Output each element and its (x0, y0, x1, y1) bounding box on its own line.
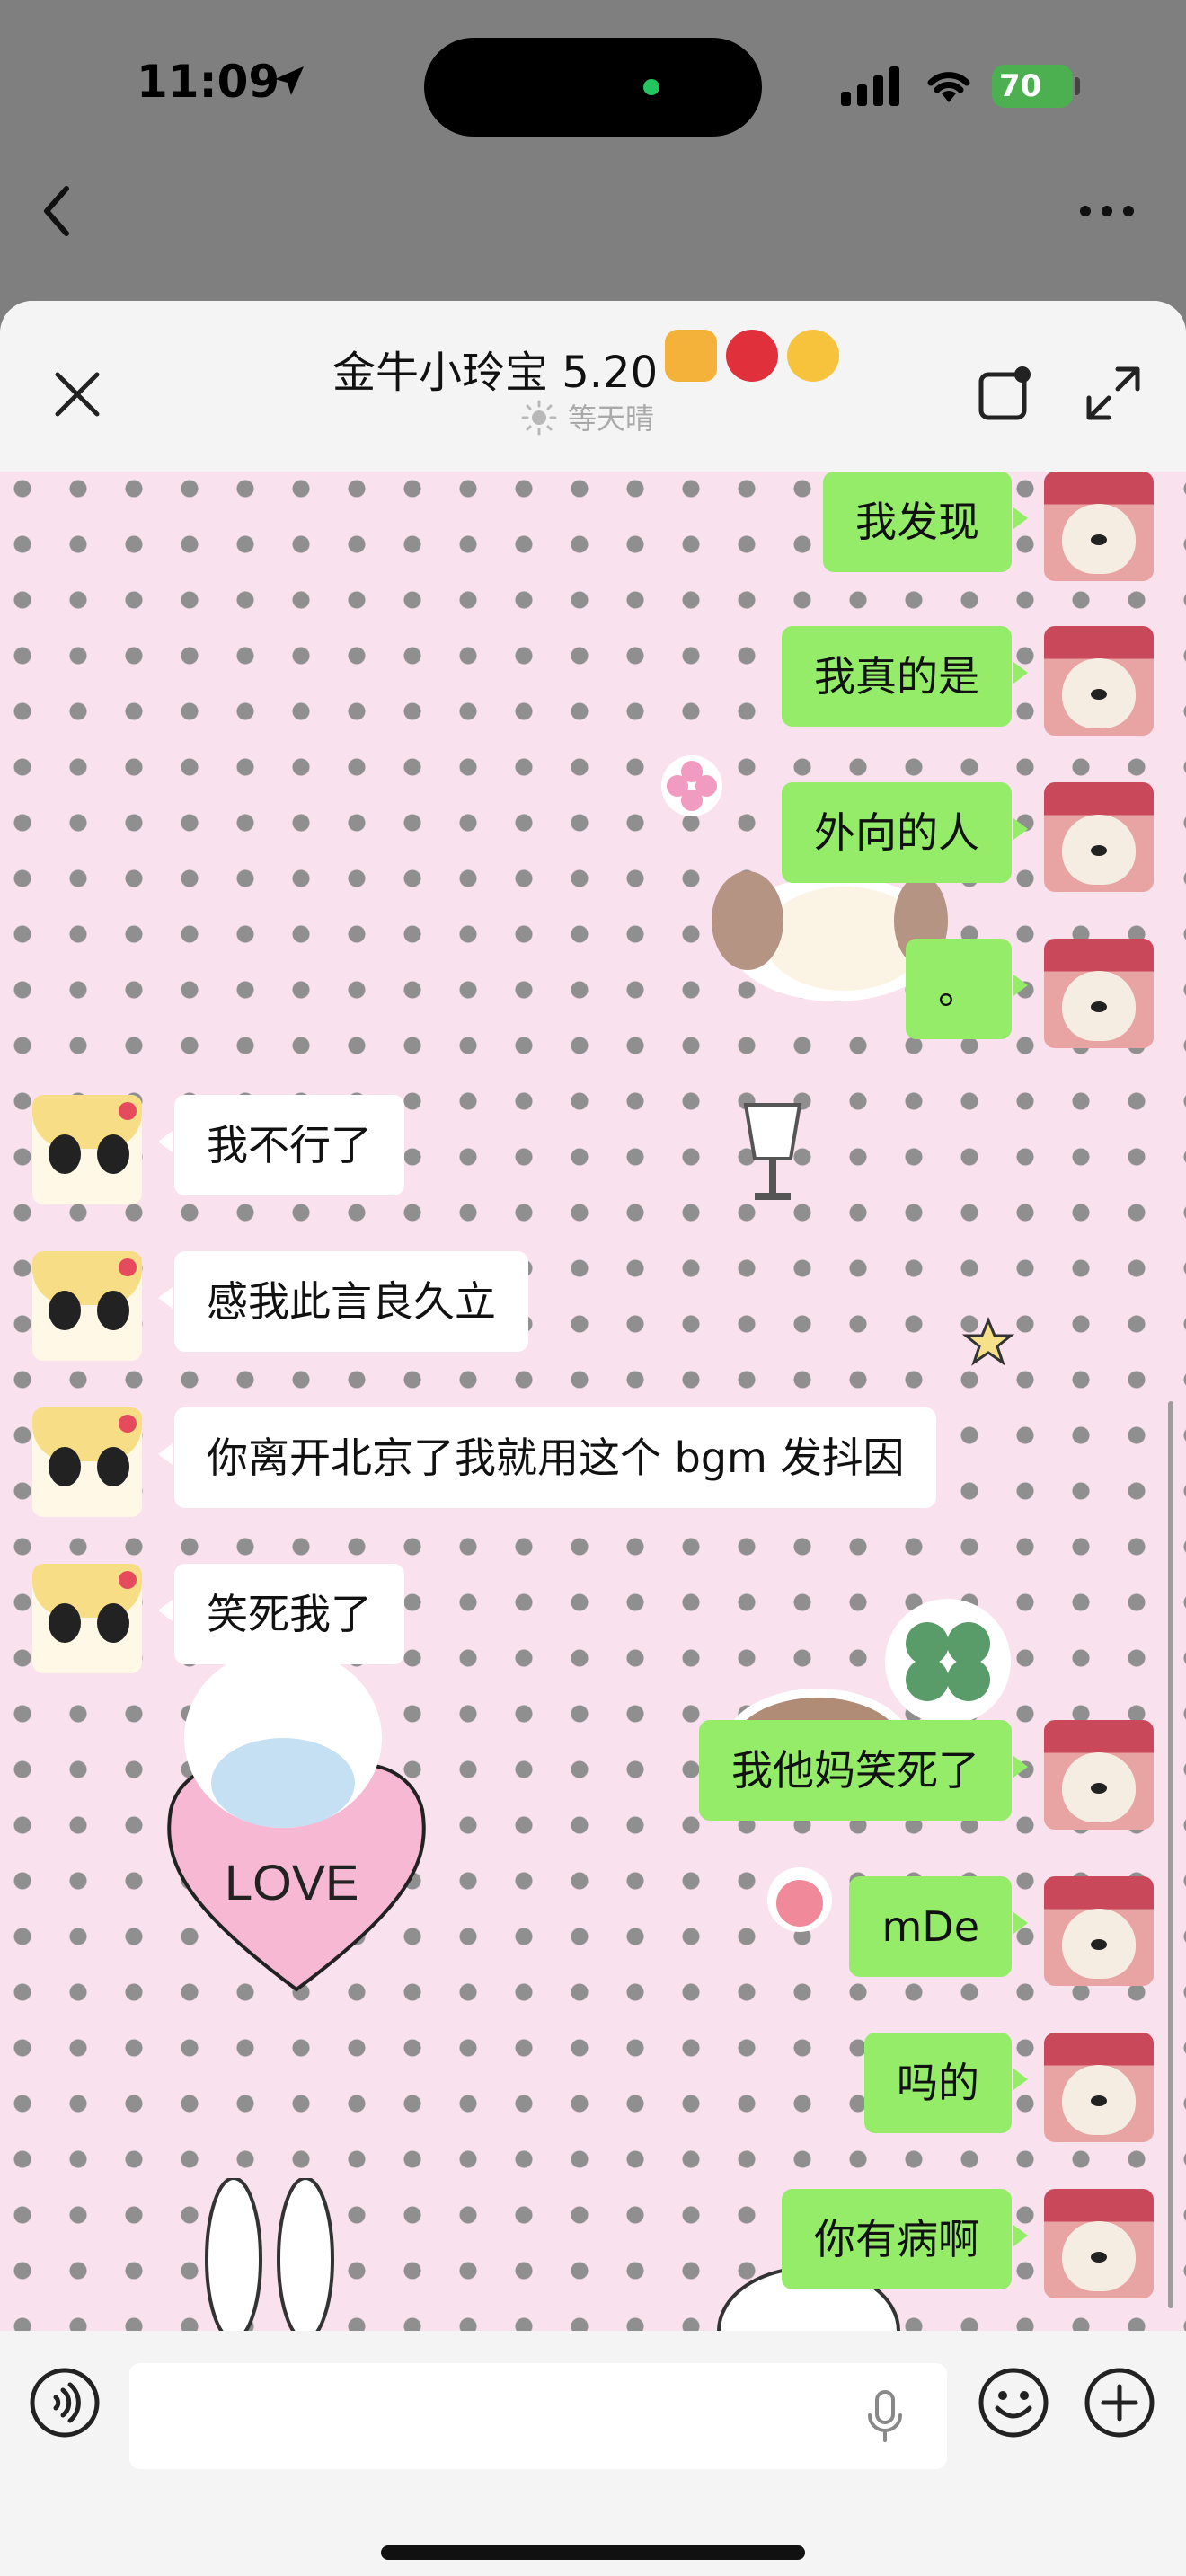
avatar-contact[interactable] (32, 1095, 142, 1204)
message-row: 我不行了 (32, 1095, 404, 1204)
chat-messages[interactable]: LOVE 我发现 我真的是 外向的人 。 我不行了 感我此言良久立 你离开北京了… (0, 472, 1186, 2331)
avatar-self[interactable] (1044, 2033, 1154, 2142)
cellular-signal-icon (841, 66, 899, 106)
camera-indicator (643, 79, 659, 95)
chat-sheet: 金牛小玲宝 5.20 等天晴 LOVE 我发现 我真的是 外向的人 。 我不行了… (0, 301, 1186, 2576)
avatar-contact[interactable] (32, 1564, 142, 1673)
chat-header: 金牛小玲宝 5.20 等天晴 (0, 301, 1186, 472)
status-bar: 11:09 70 (0, 0, 1186, 236)
message-row: 你有病啊 (782, 2189, 1154, 2298)
wifi-icon (927, 72, 970, 102)
avatar-self[interactable] (1044, 2189, 1154, 2298)
outgoing-bubble[interactable]: 我真的是 (782, 626, 1028, 727)
outgoing-bubble[interactable]: 吗的 (864, 2033, 1028, 2133)
avatar-self[interactable] (1044, 1720, 1154, 1830)
message-row: 感我此言良久立 (32, 1251, 528, 1361)
star-sticker (961, 1317, 1015, 1366)
avatar-self[interactable] (1044, 939, 1154, 1048)
incoming-bubble[interactable]: 笑死我了 (158, 1564, 404, 1664)
battery-tip (1075, 77, 1080, 95)
message-input[interactable] (129, 2363, 947, 2469)
avatar-self[interactable] (1044, 626, 1154, 736)
chat-title: 金牛小玲宝 5.20 (332, 348, 659, 398)
outgoing-bubble[interactable]: 你有病啊 (782, 2189, 1028, 2289)
strawberry-emoji (726, 330, 778, 382)
message-row: 你离开北京了我就用这个 bgm 发抖因 (32, 1407, 937, 1517)
close-icon[interactable] (45, 362, 110, 427)
avatar-self[interactable] (1044, 1876, 1154, 1986)
voice-icon[interactable] (29, 2367, 101, 2439)
message-row: 外向的人 (782, 782, 1154, 892)
message-row: mDe (849, 1876, 1154, 1986)
plus-icon[interactable] (1084, 2367, 1155, 2439)
message-row: 。 (906, 939, 1154, 1048)
home-indicator[interactable] (381, 2545, 805, 2560)
floating-window-icon[interactable] (974, 362, 1037, 425)
dynamic-island (424, 38, 762, 137)
kissing-face-emoji (787, 330, 839, 382)
sun-icon (521, 400, 557, 436)
outgoing-bubble[interactable]: 我他妈笑死了 (699, 1720, 1028, 1821)
wine-glass-sticker (743, 1103, 802, 1200)
flower-sticker (661, 755, 722, 816)
avatar-self[interactable] (1044, 472, 1154, 581)
message-row: 我真的是 (782, 626, 1154, 736)
status-time: 11:09 (137, 56, 280, 108)
incoming-bubble[interactable]: 感我此言良久立 (158, 1251, 528, 1352)
incoming-bubble[interactable]: 我不行了 (158, 1095, 404, 1195)
strawberry-sticker (767, 1867, 832, 1932)
love-sticker-text: LOVE (225, 1854, 358, 1910)
outgoing-bubble[interactable]: mDe (849, 1876, 1028, 1977)
chevron-left-icon[interactable] (36, 180, 79, 243)
outgoing-bubble[interactable]: 。 (906, 939, 1028, 1039)
avatar-contact[interactable] (32, 1407, 142, 1517)
message-row: 笑死我了 (32, 1564, 404, 1673)
chat-subtitle: 等天晴 (568, 401, 655, 436)
message-row: 我他妈笑死了 (699, 1720, 1154, 1830)
incoming-bubble[interactable]: 你离开北京了我就用这个 bgm 发抖因 (157, 1407, 937, 1508)
mic-icon[interactable] (863, 2388, 907, 2446)
message-row: 我发现 (823, 472, 1154, 581)
scrollbar[interactable] (1168, 1401, 1173, 2308)
outgoing-bubble[interactable]: 我发现 (823, 472, 1028, 572)
title-emoji-row (665, 330, 839, 382)
more-horizontal-icon[interactable] (1078, 198, 1136, 225)
battery-indicator: 70 (992, 65, 1073, 108)
avatar-contact[interactable] (32, 1251, 142, 1361)
emoji-icon[interactable] (978, 2367, 1049, 2439)
location-arrow-icon (275, 66, 304, 95)
avatar-self[interactable] (1044, 782, 1154, 892)
expand-icon[interactable] (1082, 362, 1145, 425)
honey-pot-emoji (665, 330, 717, 382)
input-bar (0, 2331, 1186, 2576)
message-row: 吗的 (864, 2033, 1154, 2142)
outgoing-bubble[interactable]: 外向的人 (782, 782, 1028, 883)
bunny-sticker (205, 2178, 334, 2331)
